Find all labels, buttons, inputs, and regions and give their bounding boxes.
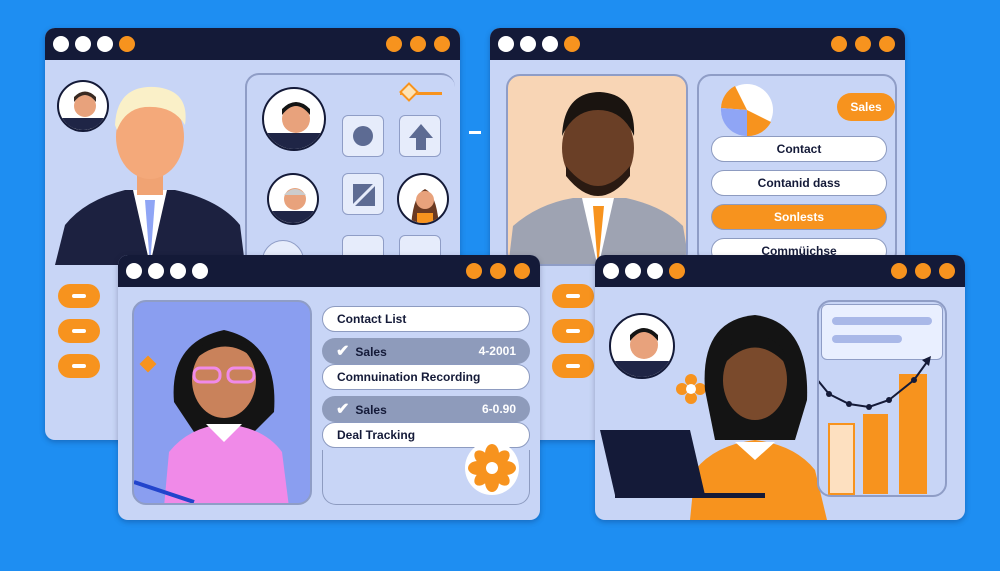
window-dot[interactable] <box>669 263 685 279</box>
contacts-panel <box>245 73 455 273</box>
window-bottom-left: Contact List ✔ Sales 4-2001 Comnuination … <box>118 255 540 520</box>
window-dot[interactable] <box>514 263 530 279</box>
window-dot[interactable] <box>386 36 402 52</box>
minus-icon <box>72 294 86 298</box>
sales-panel: Sales Contact Contanid dass Sonlests Com… <box>697 74 897 266</box>
window-dot[interactable] <box>148 263 164 279</box>
menu-button[interactable] <box>58 354 100 378</box>
window-dot[interactable] <box>434 36 450 52</box>
window-dot[interactable] <box>490 263 506 279</box>
window-dot[interactable] <box>831 36 847 52</box>
connector <box>469 131 481 134</box>
sales-value: 4-2001 <box>478 344 516 358</box>
main-portrait <box>55 75 245 265</box>
window-dot[interactable] <box>75 36 91 52</box>
label: Sales <box>355 345 387 359</box>
contact-avatar[interactable] <box>397 173 449 225</box>
menu-button[interactable] <box>58 319 100 343</box>
man-portrait-illustration <box>508 92 686 264</box>
portrait-panel <box>506 74 688 266</box>
list-item[interactable]: Contact <box>711 136 887 162</box>
flower-icon <box>465 441 519 495</box>
window-dot[interactable] <box>520 36 536 52</box>
arrow-up-icon <box>409 124 433 150</box>
menu-button[interactable] <box>552 284 594 308</box>
label: Sales <box>355 403 387 417</box>
checkmark-icon[interactable]: ✔ <box>336 343 349 360</box>
sales-badge[interactable]: Sales <box>837 93 895 121</box>
bar-chart-icon <box>819 356 931 495</box>
slider[interactable] <box>399 82 442 102</box>
man-avatar-icon <box>269 188 317 223</box>
list-item[interactable]: Comnuination Recording <box>322 364 530 390</box>
window-dot[interactable] <box>192 263 208 279</box>
blonde-man-illustration <box>55 86 245 265</box>
minus-icon <box>72 364 86 368</box>
list-item-selected[interactable]: Sonlests <box>711 204 887 230</box>
man-avatar-icon <box>264 102 324 149</box>
sales-row[interactable]: ✔ Sales 6-0.90 <box>322 396 530 422</box>
list-item[interactable]: Contanid dass <box>711 170 887 196</box>
window-dot[interactable] <box>879 36 895 52</box>
contact-avatar[interactable] <box>267 173 319 225</box>
pie-chart-icon <box>720 84 773 137</box>
window-dot[interactable] <box>542 36 558 52</box>
minus-icon <box>72 329 86 333</box>
chart-bar <box>863 414 888 494</box>
title-bar <box>595 255 965 287</box>
sales-value: 6-0.90 <box>481 402 516 416</box>
window-dot[interactable] <box>498 36 514 52</box>
window-dot[interactable] <box>647 263 663 279</box>
window-dot[interactable] <box>170 263 186 279</box>
analytics-panel <box>817 300 947 497</box>
contact-avatar[interactable] <box>262 87 326 151</box>
window-dot[interactable] <box>97 36 113 52</box>
sales-row-label: ✔ Sales <box>336 399 387 419</box>
window-dot[interactable] <box>564 36 580 52</box>
minus-icon <box>566 364 580 368</box>
menu-button[interactable] <box>552 319 594 343</box>
circle-button[interactable] <box>342 115 384 157</box>
sales-row[interactable]: ✔ Sales 4-2001 <box>322 338 530 364</box>
slash-button[interactable] <box>342 173 384 215</box>
title-bar <box>118 255 540 287</box>
window-dot[interactable] <box>939 263 955 279</box>
circle-icon <box>353 126 373 146</box>
window-dot[interactable] <box>126 263 142 279</box>
contact-list-header[interactable]: Contact List <box>322 306 530 332</box>
portrait-panel <box>132 300 312 505</box>
window-dot[interactable] <box>119 36 135 52</box>
minus-icon <box>566 329 580 333</box>
window-dot[interactable] <box>410 36 426 52</box>
sales-row-label: ✔ Sales <box>336 341 387 361</box>
upload-button[interactable] <box>399 115 441 157</box>
woman-laptop-illustration <box>600 315 827 520</box>
title-bar <box>490 28 905 60</box>
window-dot[interactable] <box>466 263 482 279</box>
chart-bar <box>899 374 927 494</box>
title-bar <box>45 28 460 60</box>
window-dot[interactable] <box>625 263 641 279</box>
window-bottom-right <box>595 255 965 520</box>
chart-bar <box>828 423 855 495</box>
window-dot[interactable] <box>603 263 619 279</box>
menu-button[interactable] <box>552 354 594 378</box>
woman-avatar-icon <box>411 189 439 223</box>
contact-list-panel: Contact List ✔ Sales 4-2001 Comnuination … <box>322 300 530 505</box>
window-dot[interactable] <box>891 263 907 279</box>
window-dot[interactable] <box>855 36 871 52</box>
woman-writing-illustration <box>134 330 289 503</box>
menu-button[interactable] <box>58 284 100 308</box>
slash-square-icon <box>351 182 377 208</box>
arrow-icon <box>922 356 931 366</box>
window-dot[interactable] <box>53 36 69 52</box>
checkmark-icon[interactable]: ✔ <box>336 401 349 418</box>
window-dot[interactable] <box>915 263 931 279</box>
minus-icon <box>566 294 580 298</box>
